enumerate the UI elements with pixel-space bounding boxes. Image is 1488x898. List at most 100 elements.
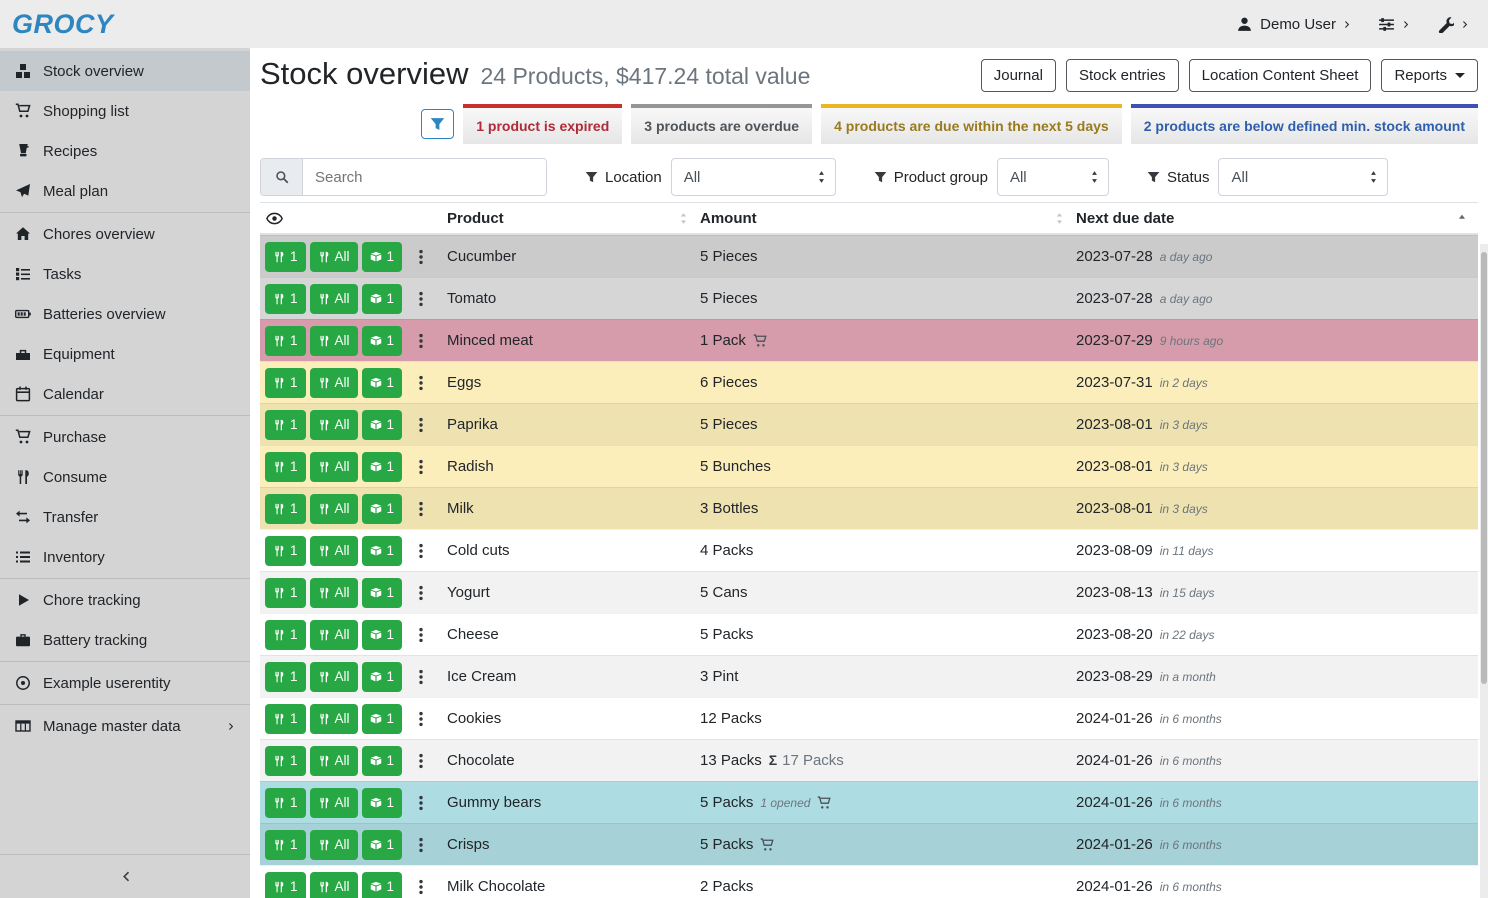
sidebar-item[interactable]: Battery tracking xyxy=(0,620,250,660)
consume-one-button[interactable]: 1 xyxy=(265,788,306,818)
sidebar-item[interactable]: Tasks xyxy=(0,254,250,294)
row-menu-button[interactable] xyxy=(413,543,429,559)
consume-all-button[interactable]: All xyxy=(310,746,358,776)
row-menu-button[interactable] xyxy=(413,417,429,433)
row-menu-button[interactable] xyxy=(413,711,429,727)
consume-one-button[interactable]: 1 xyxy=(265,704,306,734)
admin-menu[interactable] xyxy=(1437,16,1470,33)
consume-one-button[interactable]: 1 xyxy=(265,620,306,650)
consume-all-button[interactable]: All xyxy=(310,536,358,566)
row-menu-button[interactable] xyxy=(413,837,429,853)
sidebar-item[interactable]: Calendar xyxy=(0,374,250,414)
consume-all-button[interactable]: All xyxy=(310,620,358,650)
row-menu-button[interactable] xyxy=(413,585,429,601)
due-date-column-header[interactable]: Next due date xyxy=(1076,210,1478,227)
row-menu-button[interactable] xyxy=(413,249,429,265)
open-one-button[interactable]: 1 xyxy=(362,242,403,272)
consume-one-button[interactable]: 1 xyxy=(265,578,306,608)
consume-all-button[interactable]: All xyxy=(310,872,358,898)
open-one-button[interactable]: 1 xyxy=(362,368,403,398)
consume-one-button[interactable]: 1 xyxy=(265,410,306,440)
consume-one-button[interactable]: 1 xyxy=(265,494,306,524)
row-menu-button[interactable] xyxy=(413,795,429,811)
open-one-button[interactable]: 1 xyxy=(362,872,403,898)
row-menu-button[interactable] xyxy=(413,291,429,307)
row-menu-button[interactable] xyxy=(413,459,429,475)
consume-all-button[interactable]: All xyxy=(310,368,358,398)
sidebar-item[interactable]: Consume xyxy=(0,457,250,497)
scrollbar[interactable] xyxy=(1480,244,1488,898)
consume-all-button[interactable]: All xyxy=(310,494,358,524)
row-menu-button[interactable] xyxy=(413,753,429,769)
consume-all-button[interactable]: All xyxy=(310,410,358,440)
row-menu-button[interactable] xyxy=(413,333,429,349)
amount-column-header[interactable]: Amount xyxy=(700,210,1076,227)
header-action-button[interactable]: Journal xyxy=(981,59,1056,92)
sidebar-item[interactable]: Chore tracking xyxy=(0,580,250,620)
settings-menu[interactable] xyxy=(1378,16,1411,33)
consume-all-button[interactable]: All xyxy=(310,830,358,860)
header-action-button[interactable]: Reports xyxy=(1381,59,1478,92)
status-banner[interactable]: 3 products are overdue xyxy=(631,104,812,144)
sidebar-item[interactable]: Purchase xyxy=(0,417,250,457)
status-banner[interactable]: 2 products are below defined min. stock … xyxy=(1131,104,1478,144)
consume-all-button[interactable]: All xyxy=(310,704,358,734)
user-menu[interactable]: Demo User xyxy=(1236,16,1352,33)
header-action-button[interactable]: Stock entries xyxy=(1066,59,1179,92)
scrollbar-thumb[interactable] xyxy=(1481,252,1487,684)
consume-one-button[interactable]: 1 xyxy=(265,284,306,314)
open-one-button[interactable]: 1 xyxy=(362,788,403,818)
sidebar-item[interactable]: Example userentity xyxy=(0,663,250,703)
row-menu-button[interactable] xyxy=(413,669,429,685)
open-one-button[interactable]: 1 xyxy=(362,830,403,860)
open-one-button[interactable]: 1 xyxy=(362,662,403,692)
consume-one-button[interactable]: 1 xyxy=(265,830,306,860)
sidebar-item[interactable]: Stock overview xyxy=(0,51,250,91)
row-menu-button[interactable] xyxy=(413,375,429,391)
sidebar-item[interactable]: Meal plan xyxy=(0,171,250,211)
consume-one-button[interactable]: 1 xyxy=(265,242,306,272)
sidebar-item[interactable]: Recipes xyxy=(0,131,250,171)
open-one-button[interactable]: 1 xyxy=(362,704,403,734)
consume-all-button[interactable]: All xyxy=(310,788,358,818)
status-banner[interactable]: 1 product is expired xyxy=(463,104,622,144)
header-action-button[interactable]: Location Content Sheet xyxy=(1189,59,1372,92)
sidebar-item[interactable]: Manage master data xyxy=(0,706,250,746)
consume-all-button[interactable]: All xyxy=(310,452,358,482)
sidebar-item[interactable]: Transfer xyxy=(0,497,250,537)
open-one-button[interactable]: 1 xyxy=(362,620,403,650)
sidebar-item[interactable]: Equipment xyxy=(0,334,250,374)
consume-one-button[interactable]: 1 xyxy=(265,872,306,898)
status-banner[interactable]: 4 products are due within the next 5 day… xyxy=(821,104,1122,144)
sidebar-item[interactable]: Shopping list xyxy=(0,91,250,131)
open-one-button[interactable]: 1 xyxy=(362,284,403,314)
consume-one-button[interactable]: 1 xyxy=(265,536,306,566)
consume-one-button[interactable]: 1 xyxy=(265,368,306,398)
eye-toggle[interactable] xyxy=(260,210,447,227)
open-one-button[interactable]: 1 xyxy=(362,410,403,440)
location-select[interactable]: All xyxy=(671,158,836,196)
consume-one-button[interactable]: 1 xyxy=(265,452,306,482)
open-one-button[interactable]: 1 xyxy=(362,746,403,776)
app-logo[interactable]: GROCY xyxy=(12,9,114,40)
consume-one-button[interactable]: 1 xyxy=(265,746,306,776)
consume-all-button[interactable]: All xyxy=(310,242,358,272)
sidebar-item[interactable]: Chores overview xyxy=(0,214,250,254)
sidebar-item[interactable]: Inventory xyxy=(0,537,250,577)
product-column-header[interactable]: Product xyxy=(447,210,700,227)
consume-one-button[interactable]: 1 xyxy=(265,662,306,692)
open-one-button[interactable]: 1 xyxy=(362,578,403,608)
open-one-button[interactable]: 1 xyxy=(362,536,403,566)
consume-all-button[interactable]: All xyxy=(310,662,358,692)
row-menu-button[interactable] xyxy=(413,627,429,643)
open-one-button[interactable]: 1 xyxy=(362,494,403,524)
status-select[interactable]: All xyxy=(1218,158,1388,196)
row-menu-button[interactable] xyxy=(413,879,429,895)
search-input[interactable] xyxy=(303,159,546,195)
open-one-button[interactable]: 1 xyxy=(362,326,403,356)
consume-all-button[interactable]: All xyxy=(310,326,358,356)
product-group-select[interactable]: All xyxy=(997,158,1109,196)
consume-one-button[interactable]: 1 xyxy=(265,326,306,356)
clear-filter-button[interactable] xyxy=(421,109,454,139)
consume-all-button[interactable]: All xyxy=(310,284,358,314)
